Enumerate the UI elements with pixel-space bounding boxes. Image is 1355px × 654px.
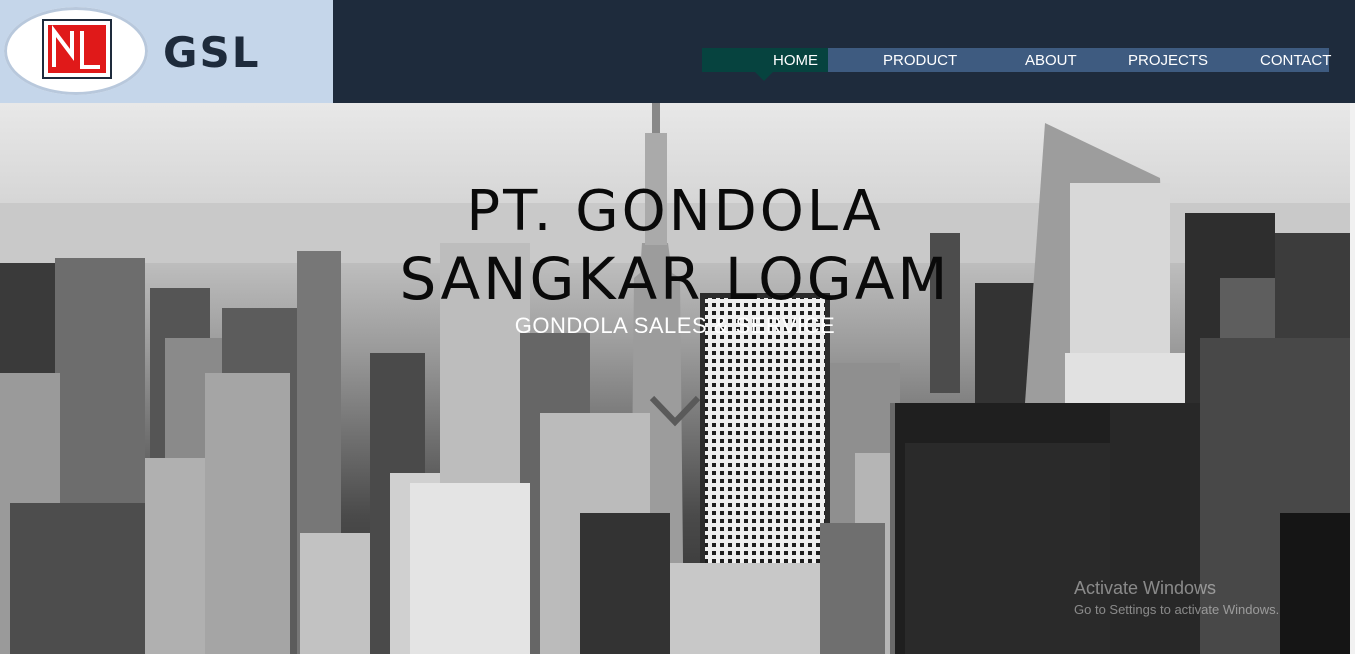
logo-area[interactable]: GSL — [0, 0, 333, 103]
main-nav: HOME PRODUCT ABOUT PROJECTS CONTACT — [702, 48, 1331, 72]
nav-item-home[interactable]: HOME — [702, 48, 828, 72]
gsl-logo-icon — [42, 19, 112, 79]
hero-title-line2: SANGKAR LOGAM — [399, 245, 951, 313]
nav-item-label: HOME — [773, 52, 818, 69]
nav-item-projects[interactable]: PROJECTS — [1128, 48, 1208, 72]
windows-watermark-subtitle: Go to Settings to activate Windows. — [1074, 602, 1280, 617]
hero-subtitle: GONDOLA SALES & SERVICE — [514, 313, 836, 338]
page-scrollbar[interactable] — [1350, 103, 1355, 654]
nav-item-about[interactable]: ABOUT — [1025, 48, 1077, 72]
chevron-down-icon[interactable] — [648, 394, 702, 428]
hero-section: PT. GONDOLA SANGKAR LOGAM GONDOLA SALES … — [0, 103, 1350, 654]
nav-active-pointer — [755, 72, 773, 81]
windows-watermark-title: Activate Windows — [1074, 578, 1217, 598]
logo-oval — [4, 7, 148, 95]
nav-item-product[interactable]: PRODUCT — [883, 48, 957, 72]
nav-item-contact[interactable]: CONTACT — [1260, 48, 1331, 72]
hero-title-line1: PT. GONDOLA — [466, 179, 884, 244]
site-header: GSL HOME PRODUCT ABOUT PROJECTS CONTACT — [0, 0, 1355, 103]
logo-text: GSL — [163, 28, 261, 77]
